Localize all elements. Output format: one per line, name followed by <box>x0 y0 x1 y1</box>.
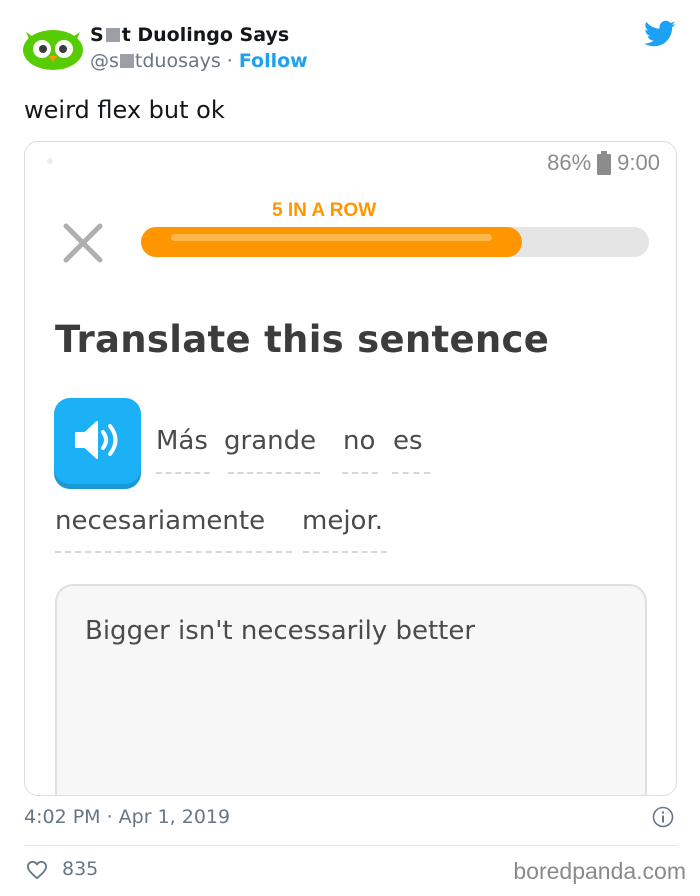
answer-input[interactable]: Bigger isn't necessarily better <box>55 584 647 795</box>
lesson-title: Translate this sentence <box>55 318 550 361</box>
embedded-screenshot[interactable]: 86% 9:00 5 IN A ROW Translate this sente… <box>24 141 677 796</box>
battery-percent: 86% <box>547 150 592 175</box>
progress-bar <box>141 227 649 257</box>
follow-button[interactable]: Follow <box>239 50 308 72</box>
progress-shine <box>171 234 492 241</box>
divider <box>24 845 677 846</box>
battery-icon <box>597 151 612 175</box>
speaker-icon <box>75 421 118 459</box>
handle-start[interactable]: @s <box>90 50 119 72</box>
progress-fill <box>141 227 522 257</box>
author-name[interactable]: St Duolingo Says <box>90 24 289 46</box>
sentence-word[interactable]: no <box>343 426 375 456</box>
speaker-button[interactable] <box>54 398 141 484</box>
sentence-word[interactable]: es <box>393 426 423 456</box>
status-time: 9:00 <box>617 150 660 175</box>
sentence-word[interactable]: Más <box>156 426 208 456</box>
sentence-word[interactable]: mejor. <box>302 506 383 536</box>
close-icon[interactable] <box>60 220 106 266</box>
like-count: 835 <box>62 858 99 880</box>
info-icon[interactable] <box>652 806 674 828</box>
handle-row: @s tduosays · Follow <box>90 50 308 72</box>
heart-icon[interactable] <box>26 860 48 880</box>
word-underline <box>303 551 387 553</box>
status-dot <box>47 158 53 164</box>
word-underline <box>55 551 292 553</box>
author-name-end: t Duolingo Says <box>121 24 290 46</box>
word-underline <box>156 472 210 474</box>
answer-text: Bigger isn't necessarily better <box>85 616 476 646</box>
censor-block <box>105 28 120 42</box>
twitter-bird-icon[interactable] <box>644 20 676 48</box>
sentence-word[interactable]: grande <box>224 426 316 456</box>
tweet-timestamp[interactable]: 4:02 PM · Apr 1, 2019 <box>24 806 230 828</box>
author-name-start: S <box>90 24 104 46</box>
separator: · <box>226 50 233 72</box>
word-underline <box>228 472 320 474</box>
censor-block <box>119 54 134 68</box>
word-underline <box>392 472 430 474</box>
status-bar: 86% 9:00 <box>547 148 660 178</box>
handle-end[interactable]: tduosays <box>135 50 221 72</box>
duolingo-owl-icon[interactable] <box>22 22 84 72</box>
streak-label: 5 IN A ROW <box>272 200 377 221</box>
sentence-word[interactable]: necesariamente <box>55 506 265 536</box>
tweet-card: St Duolingo Says @s tduosays · Follow wei… <box>0 0 700 896</box>
word-underline <box>342 472 378 474</box>
tweet-text: weird flex but ok <box>24 96 225 124</box>
watermark: boredpanda.com <box>513 858 686 884</box>
